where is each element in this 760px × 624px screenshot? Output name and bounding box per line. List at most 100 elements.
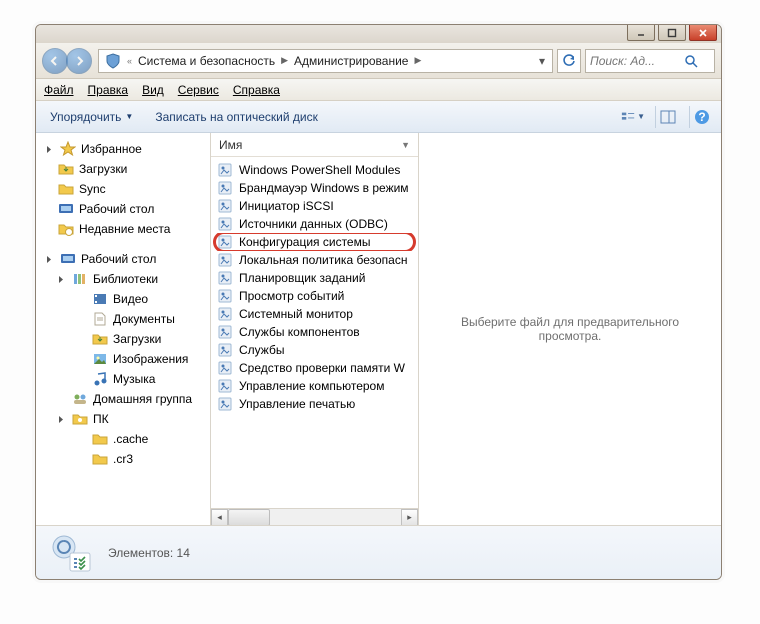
chevron-right-icon: ▶	[410, 55, 425, 66]
breadcrumb-system[interactable]: Система и безопасность	[138, 54, 275, 68]
burn-button[interactable]: Записать на оптический диск	[149, 107, 324, 127]
horizontal-scrollbar[interactable]: ◂ ▸	[211, 508, 418, 525]
scroll-thumb[interactable]	[228, 509, 270, 526]
items-icon	[50, 531, 94, 575]
column-header-name[interactable]: Имя▼	[211, 133, 418, 157]
menubar: Файл Правка Вид Сервис Справка	[36, 79, 721, 101]
shortcut-icon	[217, 324, 233, 340]
svg-text:?: ?	[698, 110, 705, 124]
sidebar-libraries[interactable]: Библиотеки	[36, 269, 210, 289]
shortcut-icon	[217, 288, 233, 304]
breadcrumb-admin[interactable]: Администрирование	[294, 54, 408, 68]
shortcut-icon	[217, 162, 233, 178]
explorer-window: « Система и безопасность ▶ Администриров…	[35, 24, 722, 580]
file-row[interactable]: Брандмауэр Windows в режим	[211, 179, 418, 197]
recent-icon	[58, 221, 74, 237]
menu-view[interactable]: Вид	[142, 83, 164, 97]
refresh-button[interactable]	[557, 49, 581, 73]
address-bar[interactable]: « Система и безопасность ▶ Администриров…	[98, 49, 553, 73]
sidebar-pc[interactable]: ПК	[36, 409, 210, 429]
forward-button[interactable]	[66, 48, 92, 74]
file-row[interactable]: Управление компьютером	[211, 377, 418, 395]
sidebar-videos[interactable]: Видео	[36, 289, 210, 309]
desktop-icon	[58, 201, 74, 217]
file-row[interactable]: Windows PowerShell Modules	[211, 161, 418, 179]
titlebar	[36, 25, 721, 43]
sidebar-cr3[interactable]: .cr3	[36, 449, 210, 469]
document-icon	[92, 311, 108, 327]
sidebar-pictures[interactable]: Изображения	[36, 349, 210, 369]
content-area: Имя▼ Windows PowerShell Modules Брандмауэ…	[211, 133, 721, 525]
star-icon	[60, 141, 76, 157]
menu-tools[interactable]: Сервис	[178, 83, 219, 97]
file-name: Службы компонентов	[239, 325, 360, 339]
shortcut-icon	[217, 234, 233, 250]
menu-file[interactable]: Файл	[44, 83, 74, 97]
homegroup-icon	[72, 391, 88, 407]
file-row[interactable]: Службы компонентов	[211, 323, 418, 341]
sidebar-documents[interactable]: Документы	[36, 309, 210, 329]
organize-button[interactable]: Упорядочить▼	[44, 107, 139, 127]
breadcrumb: Система и безопасность ▶ Администрирован…	[138, 54, 528, 68]
file-row[interactable]: Управление печатью	[211, 395, 418, 413]
maximize-button[interactable]	[658, 25, 686, 41]
back-button[interactable]	[42, 48, 68, 74]
nav-buttons	[42, 48, 94, 74]
sidebar[interactable]: Избранное Загрузки Sync Рабочий стол Нед…	[36, 133, 211, 525]
preview-text: Выберите файл для предварительного просм…	[429, 315, 711, 343]
sidebar-downloads[interactable]: Загрузки	[36, 159, 210, 179]
sidebar-desktop[interactable]: Рабочий стол	[36, 249, 210, 269]
file-row[interactable]: Просмотр событий	[211, 287, 418, 305]
sidebar-homegroup[interactable]: Домашняя группа	[36, 389, 210, 409]
preview-pane-button[interactable]	[655, 106, 679, 128]
file-row[interactable]: Средство проверки памяти W	[211, 359, 418, 377]
search-input[interactable]	[590, 54, 680, 68]
file-name: Средство проверки памяти W	[239, 361, 405, 375]
file-name: Windows PowerShell Modules	[239, 163, 400, 177]
file-name: Инициатор iSCSI	[239, 199, 334, 213]
menu-edit[interactable]: Правка	[88, 83, 129, 97]
scroll-left-button[interactable]: ◂	[211, 509, 228, 526]
sidebar-desktop-fav[interactable]: Рабочий стол	[36, 199, 210, 219]
sidebar-sync[interactable]: Sync	[36, 179, 210, 199]
sidebar-favorites[interactable]: Избранное	[36, 139, 210, 159]
folder-icon	[92, 451, 108, 467]
shortcut-icon	[217, 252, 233, 268]
desktop-icon	[60, 251, 76, 267]
sidebar-lib-downloads[interactable]: Загрузки	[36, 329, 210, 349]
help-button[interactable]: ?	[689, 106, 713, 128]
shortcut-icon	[217, 396, 233, 412]
user-icon	[72, 411, 88, 427]
view-mode-button[interactable]: ▼	[621, 106, 645, 128]
file-name: Локальная политика безопасн	[239, 253, 407, 267]
file-row[interactable]: Конфигурация системы	[211, 233, 418, 251]
file-row[interactable]: Источники данных (ODBC)	[211, 215, 418, 233]
folder-icon	[58, 181, 74, 197]
file-row[interactable]: Системный монитор	[211, 305, 418, 323]
file-name: Конфигурация системы	[239, 235, 370, 249]
sidebar-recent[interactable]: Недавние места	[36, 219, 210, 239]
file-row[interactable]: Инициатор iSCSI	[211, 197, 418, 215]
file-column: Имя▼ Windows PowerShell Modules Брандмауэ…	[211, 133, 419, 525]
scroll-right-button[interactable]: ▸	[401, 509, 418, 526]
search-box[interactable]	[585, 49, 715, 73]
shortcut-icon	[217, 198, 233, 214]
status-bar: Элементов: 14	[36, 525, 721, 579]
scroll-track[interactable]	[228, 509, 401, 526]
minimize-button[interactable]	[627, 25, 655, 41]
file-row[interactable]: Локальная политика безопасн	[211, 251, 418, 269]
shortcut-icon	[217, 378, 233, 394]
search-icon	[684, 54, 698, 68]
sidebar-cache[interactable]: .cache	[36, 429, 210, 449]
menu-help[interactable]: Справка	[233, 83, 280, 97]
libraries-icon	[72, 271, 88, 287]
close-button[interactable]	[689, 25, 717, 41]
address-dropdown[interactable]: ▾	[534, 54, 550, 68]
file-row[interactable]: Планировщик заданий	[211, 269, 418, 287]
sidebar-music[interactable]: Музыка	[36, 369, 210, 389]
pictures-icon	[92, 351, 108, 367]
file-row[interactable]: Службы	[211, 341, 418, 359]
body: Избранное Загрузки Sync Рабочий стол Нед…	[36, 133, 721, 525]
file-list: Windows PowerShell Modules Брандмауэр Win…	[211, 157, 418, 508]
shortcut-icon	[217, 270, 233, 286]
